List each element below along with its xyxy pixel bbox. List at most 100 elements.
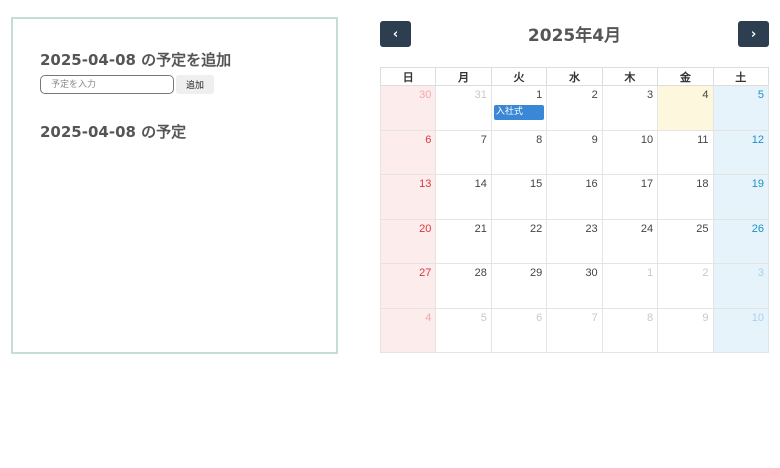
day-number: 5 bbox=[757, 89, 764, 101]
day-cell[interactable]: 8 bbox=[490, 129, 548, 175]
day-cell[interactable]: 4 bbox=[379, 307, 437, 353]
day-number: 17 bbox=[640, 178, 654, 190]
day-cell[interactable]: 19 bbox=[712, 174, 770, 220]
day-cell[interactable]: 20 bbox=[379, 218, 437, 264]
calendar-week: 27 28 29 30 1 2 3 bbox=[379, 263, 770, 309]
day-cell[interactable]: 16 bbox=[546, 174, 603, 220]
day-number: 6 bbox=[425, 133, 432, 146]
day-number: 24 bbox=[640, 222, 654, 235]
day-cell[interactable]: 3 bbox=[601, 85, 659, 131]
day-cell-today[interactable]: 4 bbox=[657, 85, 714, 131]
day-cell[interactable]: 12 bbox=[712, 129, 770, 175]
day-number: 19 bbox=[751, 178, 764, 190]
day-cell[interactable]: 6 bbox=[490, 307, 548, 353]
day-number: 13 bbox=[419, 178, 432, 190]
calendar-week: 13 14 15 16 17 18 19 bbox=[379, 174, 770, 220]
day-cell[interactable]: 11 bbox=[657, 129, 714, 175]
day-cell[interactable]: 24 bbox=[601, 218, 659, 264]
day-cell[interactable]: 9 bbox=[546, 129, 603, 175]
day-cell[interactable]: 10 bbox=[601, 129, 659, 175]
weekday-mon: 月 bbox=[435, 67, 492, 86]
day-number: 14 bbox=[474, 178, 487, 190]
weekday-thu: 木 bbox=[601, 67, 659, 86]
weekday-header-row: 日 月 火 水 木 金 土 bbox=[379, 67, 770, 86]
day-cell[interactable]: 29 bbox=[490, 263, 548, 309]
add-schedule-title: 2025-04-08 の予定を追加 bbox=[40, 51, 232, 69]
weekday-wed: 水 bbox=[546, 67, 603, 86]
day-cell[interactable]: 18 bbox=[657, 174, 714, 220]
day-cell[interactable]: 1 入社式 bbox=[490, 85, 548, 131]
day-number: 7 bbox=[480, 133, 487, 146]
day-cell[interactable]: 9 bbox=[657, 307, 714, 353]
day-cell[interactable]: 22 bbox=[490, 218, 548, 264]
day-number: 25 bbox=[696, 222, 709, 235]
day-cell[interactable]: 28 bbox=[435, 263, 492, 309]
day-number: 5 bbox=[480, 311, 487, 324]
day-number: 3 bbox=[757, 267, 764, 279]
day-cell[interactable]: 30 bbox=[546, 263, 603, 309]
day-number: 2 bbox=[702, 267, 709, 279]
day-cell[interactable]: 14 bbox=[435, 174, 492, 220]
day-number: 30 bbox=[419, 89, 432, 101]
day-cell[interactable]: 13 bbox=[379, 174, 437, 220]
calendar-grid: 日 月 火 水 木 金 土 30 31 1 入社式 2 3 4 5 6 7 8 … bbox=[379, 67, 770, 353]
day-number: 4 bbox=[425, 311, 432, 324]
day-cell[interactable]: 5 bbox=[712, 85, 770, 131]
calendar-week: 20 21 22 23 24 25 26 bbox=[379, 218, 770, 264]
day-number: 26 bbox=[751, 222, 764, 235]
day-number: 12 bbox=[751, 133, 764, 146]
day-number: 1 bbox=[536, 89, 543, 101]
day-cell[interactable]: 26 bbox=[712, 218, 770, 264]
add-schedule-form: 追加 bbox=[40, 75, 214, 94]
day-cell[interactable]: 5 bbox=[435, 307, 492, 353]
day-number: 30 bbox=[585, 267, 598, 279]
day-number: 15 bbox=[530, 178, 543, 190]
day-number: 20 bbox=[419, 222, 432, 235]
calendar: ‹ 2025年4月 › 日 月 火 水 木 金 土 30 31 1 入社式 2 … bbox=[379, 17, 770, 353]
day-cell[interactable]: 30 bbox=[379, 85, 437, 131]
day-cell[interactable]: 8 bbox=[601, 307, 659, 353]
day-cell[interactable]: 27 bbox=[379, 263, 437, 309]
event-entry[interactable]: 入社式 bbox=[493, 105, 545, 120]
day-number: 2 bbox=[591, 89, 598, 101]
day-number: 3 bbox=[646, 89, 654, 101]
weekday-tue: 火 bbox=[490, 67, 548, 86]
day-cell[interactable]: 6 bbox=[379, 129, 437, 175]
weekday-sat: 土 bbox=[712, 67, 770, 86]
day-cell[interactable]: 31 bbox=[435, 85, 492, 131]
next-month-button[interactable]: › bbox=[738, 21, 769, 47]
day-number: 22 bbox=[530, 222, 543, 235]
day-number: 8 bbox=[536, 133, 543, 146]
day-cell[interactable]: 7 bbox=[546, 307, 603, 353]
day-cell[interactable]: 7 bbox=[435, 129, 492, 175]
day-cell[interactable]: 10 bbox=[712, 307, 770, 353]
add-button[interactable]: 追加 bbox=[176, 75, 214, 94]
day-cell[interactable]: 2 bbox=[546, 85, 603, 131]
day-number: 9 bbox=[591, 133, 598, 146]
day-number: 7 bbox=[591, 311, 598, 324]
day-number: 28 bbox=[474, 267, 487, 279]
day-cell[interactable]: 23 bbox=[546, 218, 603, 264]
day-number: 27 bbox=[419, 267, 432, 279]
day-number: 16 bbox=[585, 178, 598, 190]
schedule-input[interactable] bbox=[40, 75, 174, 94]
day-cell[interactable]: 3 bbox=[712, 263, 770, 309]
calendar-week: 30 31 1 入社式 2 3 4 5 bbox=[379, 85, 770, 131]
day-number: 4 bbox=[702, 89, 709, 101]
day-number: 1 bbox=[646, 267, 654, 279]
calendar-header: ‹ 2025年4月 › bbox=[380, 17, 769, 67]
day-cell[interactable]: 17 bbox=[601, 174, 659, 220]
day-cell[interactable]: 2 bbox=[657, 263, 714, 309]
day-cell[interactable]: 1 bbox=[601, 263, 659, 309]
day-number: 18 bbox=[696, 178, 709, 190]
day-cell[interactable]: 21 bbox=[435, 218, 492, 264]
schedule-panel: 2025-04-08 の予定を追加 追加 2025-04-08 の予定 bbox=[11, 17, 338, 354]
calendar-week: 6 7 8 9 10 11 12 bbox=[379, 129, 770, 175]
day-cell[interactable]: 25 bbox=[657, 218, 714, 264]
weekday-fri: 金 bbox=[657, 67, 714, 86]
day-cell[interactable]: 15 bbox=[490, 174, 548, 220]
day-number: 23 bbox=[585, 222, 598, 235]
day-number: 31 bbox=[474, 89, 487, 101]
day-number: 8 bbox=[646, 311, 654, 324]
day-number: 10 bbox=[640, 133, 654, 146]
